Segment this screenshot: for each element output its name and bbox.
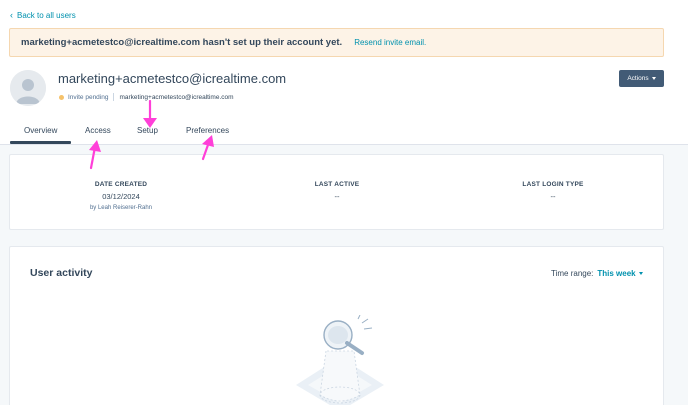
actions-label: Actions [627,75,649,82]
time-range-dropdown[interactable]: This week [597,269,643,278]
pending-status-dot [59,94,64,100]
stat-label: LAST ACTIVE [314,181,360,188]
chevron-left-icon: ‹ [10,10,13,20]
tab-setup[interactable]: Setup [137,126,158,135]
tab-access[interactable]: Access [85,126,111,135]
actions-button[interactable]: Actions [619,70,664,87]
active-tab-indicator [10,141,71,144]
stat-value: 03/12/2024 [102,192,140,201]
tab-preferences[interactable]: Preferences [186,126,229,135]
caret-down-icon [651,77,656,80]
stat-value: -- [334,192,340,201]
stat-date-created: DATE CREATED 03/12/2024 by Leah Reiserer… [71,181,171,211]
time-range-label: Time range: [551,269,594,278]
time-range-selector: Time range: This week [551,269,643,278]
magnifier-empty-state-illustration [296,315,384,405]
stat-last-active: LAST ACTIVE -- [287,181,387,201]
stat-label: DATE CREATED [94,181,148,188]
avatar-placeholder-icon [10,70,46,106]
time-range-value: This week [597,269,636,278]
stat-last-login-type: LAST LOGIN TYPE -- [503,181,603,201]
stat-label: LAST LOGIN TYPE [522,181,584,188]
invite-warning-banner: marketing+acmetestco@icrealtime.com hasn… [9,28,664,57]
user-email-heading: marketing+acmetestco@icrealtime.com [58,71,287,86]
back-link-label: Back to all users [17,11,76,20]
user-activity-card: User activity Time range: This week [9,246,664,405]
activity-title: User activity [30,267,93,279]
user-status-row: Invite pending marketing+acmetestco@icre… [59,93,234,101]
resend-invite-link[interactable]: Resend invite email. [354,38,426,47]
tab-overview[interactable]: Overview [24,126,57,135]
status-text: Invite pending [68,93,109,101]
caret-down-icon [638,272,643,275]
status-divider [113,93,115,101]
avatar [10,70,46,106]
stat-created-by: by Leah Reiserer-Rahn [89,205,153,211]
status-email: marketing+acmetestco@icrealtime.com [119,93,234,101]
user-stats-card: DATE CREATED 03/12/2024 by Leah Reiserer… [9,154,664,230]
stat-value: -- [550,192,556,201]
banner-message: marketing+acmetestco@icrealtime.com hasn… [21,37,343,48]
back-to-users-link[interactable]: ‹ Back to all users [10,10,76,21]
tab-bar: Overview Access Setup Preferences [0,121,688,145]
